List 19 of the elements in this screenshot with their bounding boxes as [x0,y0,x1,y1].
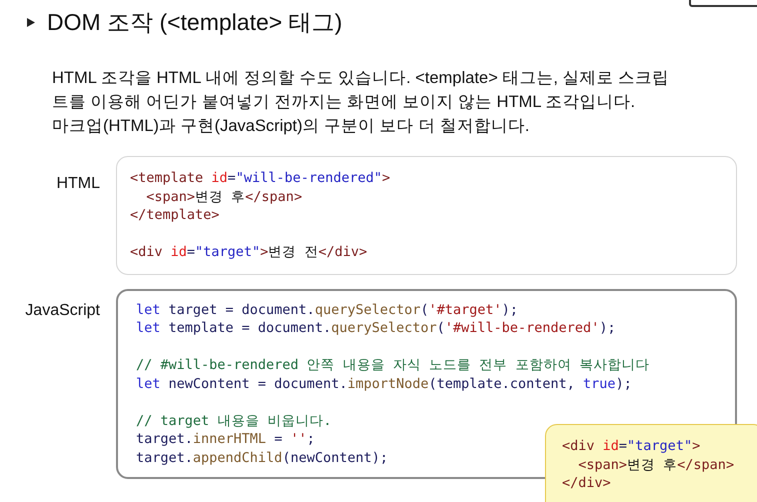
code-line: // #will-be-rendered 안쪽 내용을 자식 노드를 전부 포함하여 복사합니다 [136,356,650,374]
code-line: let newContent = document.importNode(template.content, true); [136,374,632,393]
code-line: target.innerHTML = ''; [136,430,315,448]
bullet-triangle-icon [27,18,35,26]
code-line: <span>변경 후</span> [145,188,302,206]
code-line: target.appendChild(newContent); [136,448,388,467]
code-line: <span>변경 후</span> [577,456,734,474]
code-line: let template = document.querySelector('#will-be-rendered'); [136,319,616,338]
description-paragraph: HTML 조각을 HTML 내에 정의할 수도 있습니다. <template> 태그는, 실제로 스크립 트를 이용해 어딘가 붙여넣기 전까지는 화면에 보이지 않는 HTML 조각입니다. 마크업(HTML)과 구현(JavaScript)의 구분이 보다 더 철저합니다. [52,68,670,137]
slide-title: DOM 조작 (<template> 태그) [47,8,342,37]
code-line: <div id="target">변경 전</div> [130,243,368,262]
panel-label: HTML [56,174,100,194]
panel-label: JavaScript [25,300,100,320]
code-line: </div> [562,474,611,492]
code-line: // target 내용을 비웁니다. [136,412,332,430]
code-line: <template id="will-be-rendered"> [130,169,390,188]
code-line: <div id="target"> [562,437,700,456]
code-line: let target = document.querySelector('#target'); [136,300,518,319]
code-line: </template> [130,206,220,224]
